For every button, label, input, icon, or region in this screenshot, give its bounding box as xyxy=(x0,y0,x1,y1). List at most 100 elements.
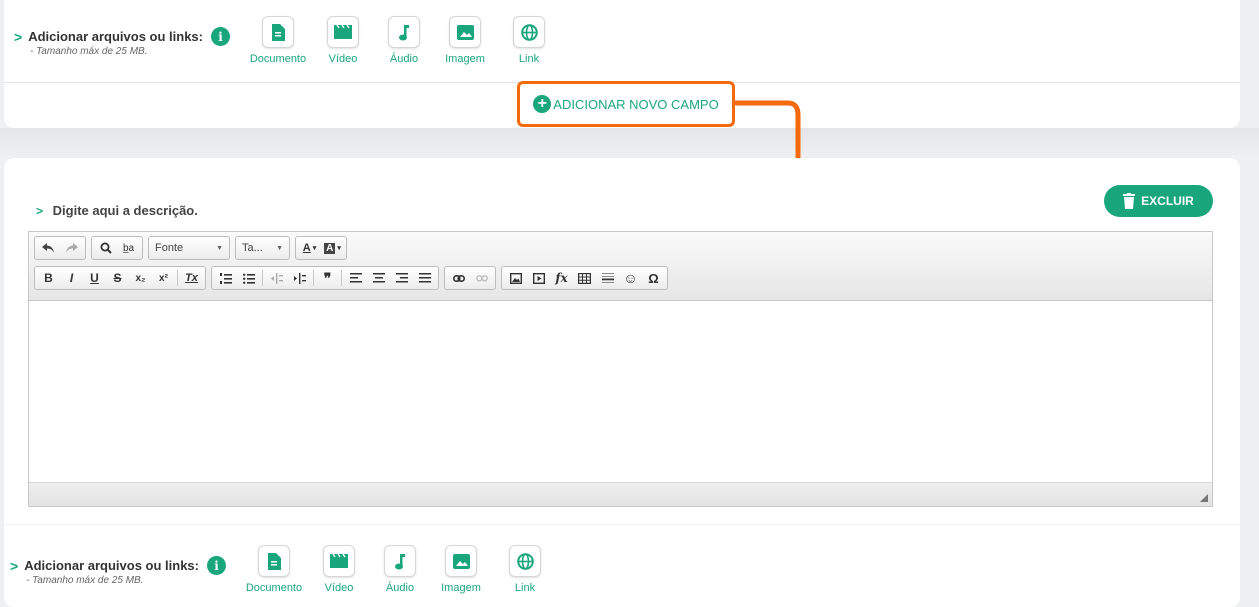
attach-image-button[interactable]: Imagem xyxy=(431,545,491,594)
superscript-button[interactable]: x² xyxy=(152,268,175,288)
attachment-label: > Adicionar arquivos ou links: i xyxy=(14,27,230,46)
indent-icon[interactable] xyxy=(288,268,311,288)
attach-audio-label: Áudio xyxy=(385,582,415,594)
trash-icon xyxy=(1123,193,1136,209)
insert-group: fx ☺ Ω xyxy=(501,266,668,290)
attach-video-button[interactable]: Vídeo xyxy=(313,16,373,65)
color-group: A ▾ A ▾ xyxy=(295,236,347,260)
chevron-right-icon[interactable]: > xyxy=(14,29,22,45)
font-family-select[interactable]: Fonte ▼ xyxy=(148,236,230,260)
attach-audio-label: Áudio xyxy=(389,53,419,65)
background-color-icon[interactable]: A ▾ xyxy=(321,238,344,258)
add-new-field-button[interactable]: + ADICIONAR NOVO CAMPO xyxy=(517,81,735,127)
attach-link-button[interactable]: Link xyxy=(495,545,555,594)
align-left-icon[interactable] xyxy=(344,268,367,288)
smiley-button[interactable]: ☺ xyxy=(619,268,642,288)
attach-document-label: Documento xyxy=(245,582,303,594)
attach-audio-button[interactable]: Áudio xyxy=(374,16,434,65)
horizontal-rule-icon[interactable] xyxy=(596,268,619,288)
rich-text-editor: b̲a Fonte ▼ Ta... ▼ A ▾ A ▾ B I U S x₂ x² xyxy=(28,231,1213,507)
bold-button[interactable]: B xyxy=(37,268,60,288)
replace-icon[interactable]: b̲a xyxy=(117,238,140,258)
attachment-section-top: > Adicionar arquivos ou links: i - Taman… xyxy=(4,0,1240,80)
underline-button[interactable]: U xyxy=(83,268,106,288)
info-icon[interactable]: i xyxy=(211,27,230,46)
unlink-icon[interactable] xyxy=(470,268,493,288)
attach-audio-button[interactable]: Áudio xyxy=(370,545,430,594)
font-size-select[interactable]: Ta... ▼ xyxy=(235,236,290,260)
delete-button[interactable]: EXCLUIR xyxy=(1104,185,1213,217)
card-separator xyxy=(0,128,1259,158)
chevron-right-icon[interactable]: > xyxy=(36,204,43,218)
insert-table-icon[interactable] xyxy=(573,268,596,288)
insert-image-icon[interactable] xyxy=(504,268,527,288)
document-icon xyxy=(268,552,281,570)
editor-status-bar xyxy=(29,482,1212,506)
remove-format-button[interactable]: Tx xyxy=(180,268,203,288)
font-family-value: Fonte xyxy=(155,242,184,254)
attach-image-label: Imagem xyxy=(445,53,485,65)
attach-link-button[interactable]: Link xyxy=(499,16,559,65)
attachment-size-note: - Tamanho máx de 25 MB. xyxy=(26,575,144,586)
align-justify-icon[interactable] xyxy=(413,268,436,288)
attach-video-label: Vídeo xyxy=(328,53,358,65)
strike-button[interactable]: S xyxy=(106,268,129,288)
basic-styles-group: B I U S x₂ x² Tx xyxy=(34,266,206,290)
attachment-section-bottom: > Adicionar arquivos ou links: i - Taman… xyxy=(0,528,1259,607)
music-note-icon xyxy=(395,553,405,569)
undo-icon[interactable] xyxy=(37,238,60,258)
special-char-button[interactable]: Ω xyxy=(642,268,665,288)
image-icon xyxy=(456,24,474,40)
align-center-icon[interactable] xyxy=(367,268,390,288)
section-divider xyxy=(4,524,1240,525)
editor-content-area[interactable] xyxy=(29,301,1212,482)
delete-button-label: EXCLUIR xyxy=(1141,194,1194,208)
subscript-button[interactable]: x₂ xyxy=(129,268,152,288)
find-group: b̲a xyxy=(91,236,143,260)
video-clapper-icon xyxy=(334,25,352,39)
attach-video-button[interactable]: Vídeo xyxy=(309,545,369,594)
attachment-label-text: Adicionar arquivos ou links: xyxy=(28,29,203,44)
redo-icon[interactable] xyxy=(60,238,83,258)
attachment-label: > Adicionar arquivos ou links: i xyxy=(10,556,226,575)
align-right-icon[interactable] xyxy=(390,268,413,288)
text-color-icon[interactable]: A ▾ xyxy=(298,238,321,258)
attach-document-button[interactable]: Documento xyxy=(248,16,308,65)
list-group: ❞ xyxy=(211,266,439,290)
globe-icon xyxy=(520,23,538,41)
italic-button[interactable]: I xyxy=(60,268,83,288)
font-size-value: Ta... xyxy=(242,242,263,254)
attach-image-button[interactable]: Imagem xyxy=(435,16,495,65)
attach-link-label: Link xyxy=(518,53,540,65)
undo-redo-group xyxy=(34,236,86,260)
music-note-icon xyxy=(399,24,409,40)
find-icon[interactable] xyxy=(94,238,117,258)
chevron-right-icon[interactable]: > xyxy=(10,558,18,574)
outdent-icon[interactable] xyxy=(265,268,288,288)
attach-link-label: Link xyxy=(514,582,536,594)
attachment-size-note: - Tamanho máx de 25 MB. xyxy=(30,46,148,57)
attach-document-button[interactable]: Documento xyxy=(244,545,304,594)
blockquote-button[interactable]: ❞ xyxy=(316,268,339,288)
bullet-list-icon[interactable] xyxy=(237,268,260,288)
video-clapper-icon xyxy=(330,554,348,568)
insert-media-icon[interactable] xyxy=(527,268,550,288)
description-label: > Digite aqui a descrição. xyxy=(36,203,198,218)
attach-document-label: Documento xyxy=(249,53,307,65)
link-icon[interactable] xyxy=(447,268,470,288)
document-icon xyxy=(272,23,285,41)
numbered-list-icon[interactable] xyxy=(214,268,237,288)
editor-toolbar: b̲a Fonte ▼ Ta... ▼ A ▾ A ▾ B I U S x₂ x² xyxy=(29,232,1212,301)
plus-circle-icon: + xyxy=(533,95,552,113)
info-icon[interactable]: i xyxy=(207,556,226,575)
resize-handle[interactable] xyxy=(1200,494,1208,502)
description-label-text: Digite aqui a descrição. xyxy=(52,203,198,218)
insert-formula-button[interactable]: fx xyxy=(550,268,573,288)
attachment-label-text: Adicionar arquivos ou links: xyxy=(24,558,199,573)
attach-video-label: Vídeo xyxy=(324,582,354,594)
attach-image-label: Imagem xyxy=(441,582,481,594)
link-group xyxy=(444,266,496,290)
globe-icon xyxy=(516,552,534,570)
add-new-field-label: ADICIONAR NOVO CAMPO xyxy=(553,96,719,112)
image-icon xyxy=(452,553,470,569)
